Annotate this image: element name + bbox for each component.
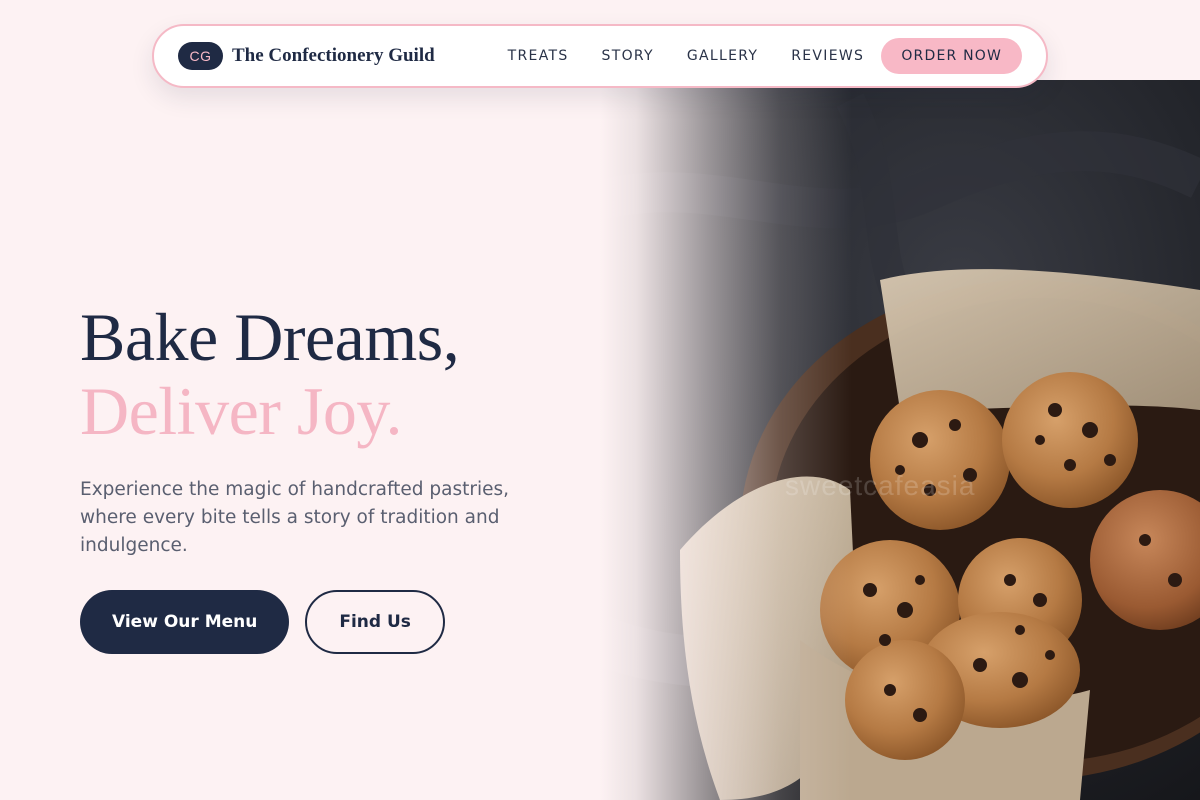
hero-subtext: Experience the magic of handcrafted past… (80, 479, 510, 556)
order-now-button[interactable]: ORDER NOW (881, 38, 1022, 74)
brand[interactable]: CG The Confectionery Guild (178, 42, 435, 70)
nav-links: TREATS STORY GALLERY REVIEWS (508, 48, 865, 64)
hero-content: Bake Dreams, Deliver Joy. Experience the… (80, 300, 580, 654)
find-us-button[interactable]: Find Us (305, 590, 445, 654)
headline-line-1: Bake Dreams, (80, 299, 460, 375)
cta-row: View Our Menu Find Us (80, 590, 580, 654)
nav-link-gallery[interactable]: GALLERY (687, 48, 758, 64)
view-menu-button[interactable]: View Our Menu (80, 590, 290, 654)
nav-link-story[interactable]: STORY (602, 48, 654, 64)
hero-image: sweetcafeasia (600, 80, 1200, 800)
hero-headline: Bake Dreams, Deliver Joy. (80, 300, 580, 448)
logo-badge: CG (178, 42, 223, 70)
brand-name: The Confectionery Guild (232, 45, 435, 66)
navbar: CG The Confectionery Guild TREATS STORY … (152, 24, 1048, 88)
image-watermark: sweetcafeasia (785, 470, 976, 501)
headline-line-2: Deliver Joy. (80, 373, 402, 449)
nav-link-treats[interactable]: TREATS (508, 48, 569, 64)
nav-link-reviews[interactable]: REVIEWS (791, 48, 864, 64)
